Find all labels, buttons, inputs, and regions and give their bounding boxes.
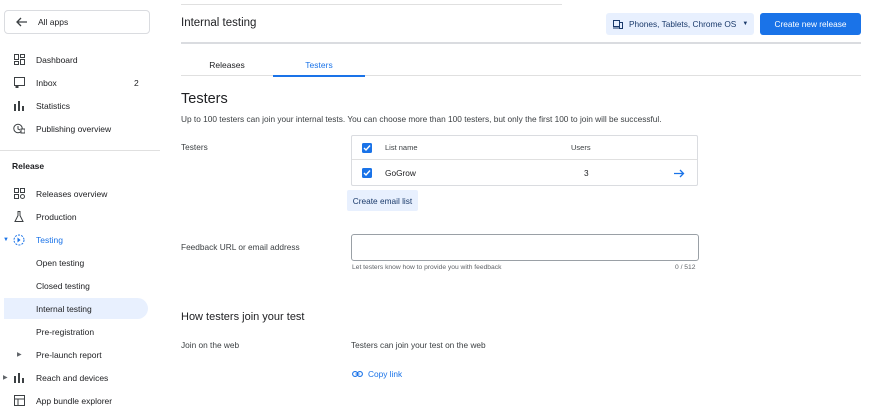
- column-header-list-name: List name: [385, 143, 418, 152]
- sidebar-item-pre-launch-report[interactable]: ▶ Pre-launch report: [0, 344, 150, 365]
- tab-releases[interactable]: Releases: [181, 53, 273, 76]
- top-divider: [181, 4, 562, 5]
- list-name-cell: GoGrow: [385, 168, 416, 178]
- select-all-checkbox[interactable]: [362, 142, 372, 153]
- devices-icon: [613, 19, 623, 29]
- all-apps-button[interactable]: All apps: [4, 10, 150, 34]
- sidebar: All apps Dashboard Inbox 2 Statistics Pu…: [0, 0, 160, 418]
- sidebar-item-label: Dashboard: [36, 54, 78, 65]
- sidebar-item-app-bundle-explorer[interactable]: App bundle explorer: [0, 390, 150, 411]
- column-header-users: Users: [571, 143, 591, 152]
- sidebar-item-label: Releases overview: [36, 188, 108, 199]
- publishing-icon: [13, 123, 25, 135]
- app-bundle-icon: [13, 395, 25, 407]
- sidebar-divider: [0, 150, 160, 151]
- sidebar-item-internal-testing[interactable]: Internal testing: [4, 298, 148, 319]
- tab-testers[interactable]: Testers: [273, 53, 365, 77]
- testers-field-label: Testers: [181, 142, 208, 152]
- sidebar-item-reach-and-devices[interactable]: ▶ Reach and devices: [0, 367, 150, 388]
- arrow-forward-icon[interactable]: [674, 169, 685, 178]
- feedback-input[interactable]: [351, 234, 699, 261]
- releases-overview-icon: [13, 188, 25, 200]
- sidebar-item-pre-registration[interactable]: Pre-registration: [0, 321, 150, 342]
- sidebar-item-label: Open testing: [36, 257, 85, 268]
- device-filter-label: Phones, Tablets, Chrome OS: [629, 19, 737, 29]
- sidebar-item-label: Production: [36, 211, 77, 222]
- sidebar-item-inbox[interactable]: Inbox 2: [0, 72, 150, 93]
- join-web-text: Testers can join your test on the web: [351, 340, 486, 350]
- link-icon: [352, 371, 363, 377]
- checkmark-icon: [363, 170, 371, 177]
- feedback-field-label: Feedback URL or email address: [181, 242, 300, 252]
- row-checkbox[interactable]: [362, 168, 372, 178]
- page-title: Internal testing: [181, 17, 257, 29]
- sidebar-item-dashboard[interactable]: Dashboard: [0, 49, 150, 70]
- caret-right-icon: ▶: [17, 352, 22, 358]
- table-row[interactable]: GoGrow 3: [352, 161, 697, 185]
- sidebar-item-label: Inbox: [36, 77, 57, 88]
- sidebar-item-label: Reach and devices: [36, 372, 109, 383]
- sidebar-item-open-testing[interactable]: Open testing: [0, 252, 150, 273]
- create-email-list-button[interactable]: Create email list: [347, 190, 418, 211]
- flask-icon: [13, 211, 25, 223]
- sidebar-item-label: Pre-launch report: [36, 349, 102, 360]
- sidebar-item-label: Internal testing: [36, 303, 92, 314]
- sidebar-item-label: Pre-registration: [36, 326, 95, 337]
- bar-chart-icon: [13, 372, 25, 384]
- testers-section-title: Testers: [181, 91, 228, 107]
- copy-link-label: Copy link: [368, 369, 403, 379]
- copy-link-button[interactable]: Copy link: [352, 369, 402, 379]
- testers-description: Up to 100 testers can join your internal…: [181, 114, 662, 124]
- testing-icon: [13, 234, 25, 246]
- sidebar-item-label: Closed testing: [36, 280, 90, 291]
- dashboard-icon: [13, 54, 25, 66]
- bar-chart-icon: [13, 100, 25, 112]
- join-section-title: How testers join your test: [181, 311, 305, 323]
- users-count-cell: 3: [584, 168, 589, 178]
- inbox-count-badge: 2: [134, 77, 139, 88]
- join-web-label: Join on the web: [181, 340, 240, 350]
- sidebar-item-label: Testing: [36, 234, 63, 245]
- table-header-row: List name Users: [352, 136, 697, 160]
- header-divider: [181, 42, 861, 44]
- sidebar-item-statistics[interactable]: Statistics: [0, 95, 150, 116]
- caret-right-icon: ▶: [3, 375, 8, 381]
- release-section-header: Release: [12, 161, 45, 171]
- all-apps-label: All apps: [38, 17, 69, 27]
- sidebar-item-label: Statistics: [36, 100, 71, 111]
- main-content: Internal testing Phones, Tablets, Chrome…: [181, 0, 861, 418]
- sidebar-item-label: Publishing overview: [36, 123, 112, 134]
- inbox-icon: [13, 77, 25, 89]
- sidebar-item-closed-testing[interactable]: Closed testing: [0, 275, 150, 296]
- checkmark-icon: [363, 144, 371, 151]
- device-filter-dropdown[interactable]: Phones, Tablets, Chrome OS ▼: [606, 13, 754, 35]
- create-new-release-button[interactable]: Create new release: [760, 13, 861, 35]
- feedback-char-counter: 0 / 512: [675, 264, 696, 271]
- dropdown-arrow-icon: ▼: [742, 21, 749, 27]
- sidebar-item-releases-overview[interactable]: Releases overview: [0, 183, 150, 204]
- sidebar-item-publishing-overview[interactable]: Publishing overview: [0, 118, 150, 139]
- tab-bar: Releases Testers: [181, 53, 861, 77]
- caret-down-icon: ▼: [3, 236, 9, 243]
- arrow-back-icon: [16, 17, 27, 27]
- sidebar-item-testing[interactable]: ▼ Testing: [0, 229, 150, 250]
- sidebar-item-production[interactable]: Production: [0, 206, 150, 227]
- feedback-hint: Let testers know how to provide you with…: [352, 264, 502, 271]
- sidebar-item-label: App bundle explorer: [36, 395, 113, 406]
- testers-table: List name Users GoGrow 3: [351, 135, 698, 186]
